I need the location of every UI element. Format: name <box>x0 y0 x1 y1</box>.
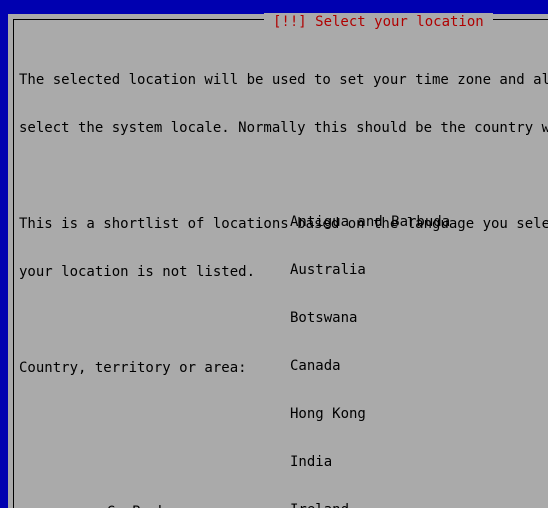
list-item[interactable]: Australia <box>288 262 446 278</box>
dialog-body-text: The selected location will be used to se… <box>19 40 548 408</box>
dialog-buttons: <Go Back> <box>48 488 175 508</box>
list-item[interactable]: Canada <box>288 358 446 374</box>
go-back-button[interactable]: <Go Back> <box>99 504 175 508</box>
field-label: Country, territory or area: <box>19 360 247 376</box>
installer-dialog: [!!] Select your location The selected l… <box>8 13 548 508</box>
country-list[interactable]: Antigua and Barbuda Australia Botswana C… <box>288 182 450 508</box>
body-line: The selected location will be used to se… <box>19 72 548 88</box>
list-item[interactable]: Antigua and Barbuda <box>288 214 450 230</box>
dialog-titlebar: [!!] Select your location <box>264 13 493 30</box>
list-item[interactable]: Ireland <box>288 502 446 508</box>
body-line: your location is not listed. <box>19 264 256 280</box>
body-line: select the system locale. Normally this … <box>19 120 548 136</box>
body-line: This is a shortlist of locations based o… <box>19 216 548 232</box>
page-title: [!!] Select your location <box>273 13 484 30</box>
list-item[interactable]: Hong Kong <box>288 406 446 422</box>
list-item[interactable]: India <box>288 454 446 470</box>
terminal-screen: [!!] Select your location The selected l… <box>0 0 548 508</box>
list-item[interactable]: Botswana <box>288 310 446 326</box>
